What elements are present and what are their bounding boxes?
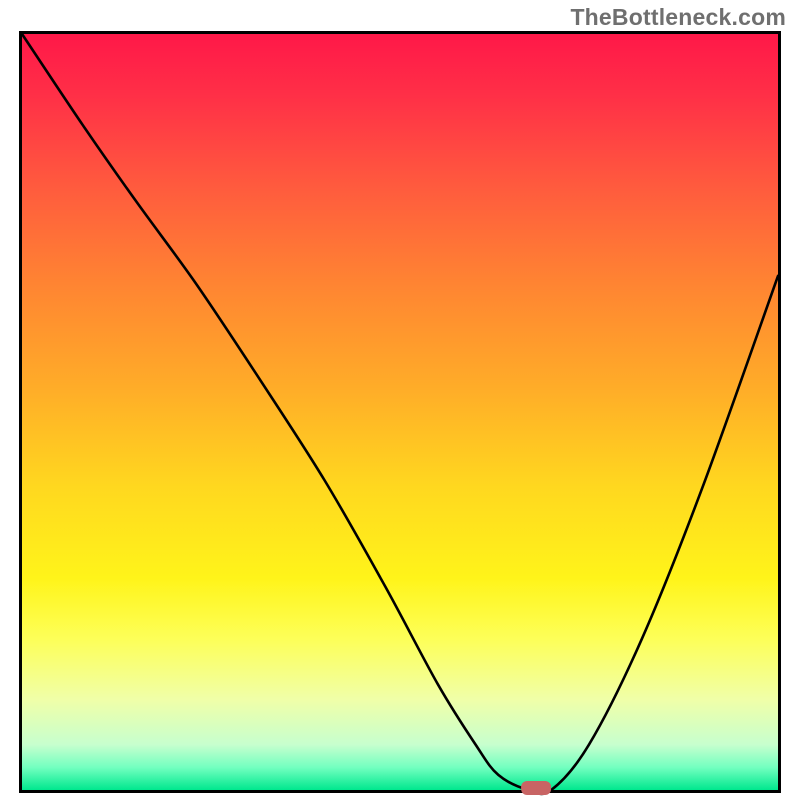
curve-layer xyxy=(22,34,778,790)
optimal-marker xyxy=(521,781,551,795)
plot-area xyxy=(19,31,781,793)
watermark-link[interactable]: TheBottleneck.com xyxy=(570,4,786,31)
chart-container: TheBottleneck.com xyxy=(0,0,800,800)
bottleneck-curve xyxy=(22,34,778,794)
